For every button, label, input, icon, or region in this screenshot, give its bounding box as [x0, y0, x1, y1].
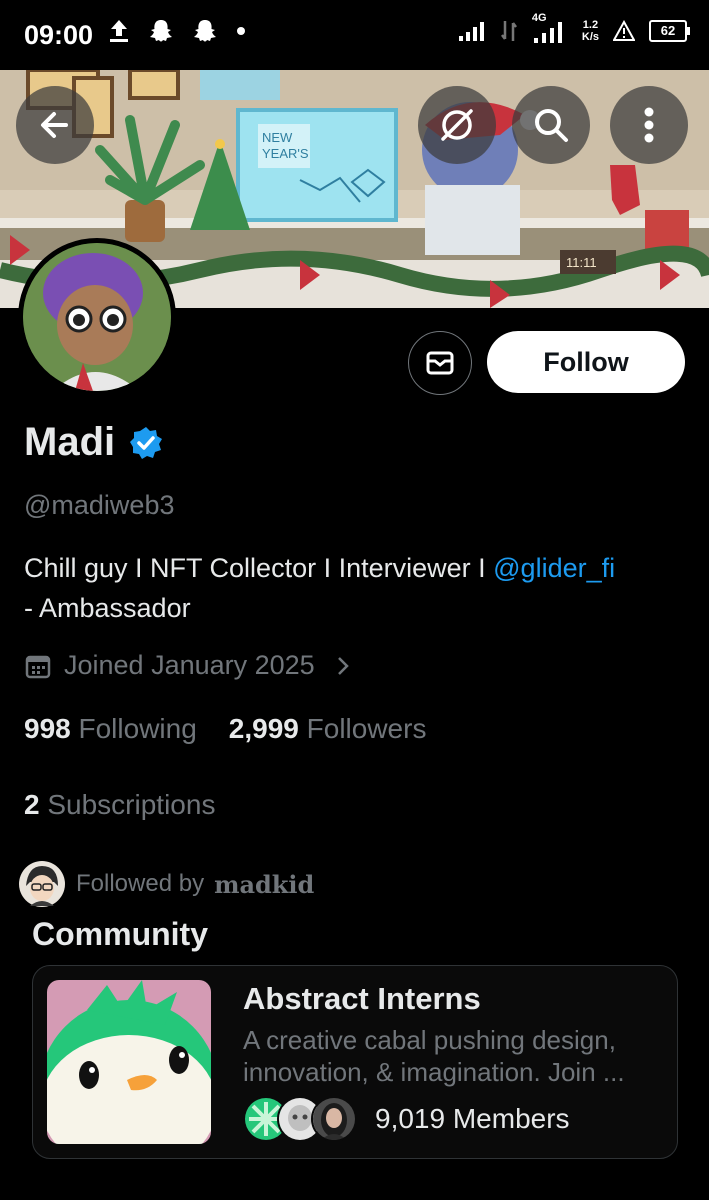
penguin-image — [47, 980, 211, 1144]
bio-text: Chill guy I NFT Collector I Interviewer … — [24, 553, 494, 583]
signal-4g-indicator: 4G — [532, 12, 568, 44]
warning-icon — [613, 20, 635, 41]
snapchat-icon — [150, 20, 172, 42]
status-bar: 09:00 4G 1.2 K/s 62 — [0, 0, 709, 70]
status-left-icons — [108, 18, 246, 44]
status-right-icons: 4G 1.2 K/s 62 — [458, 12, 690, 44]
followers-label: Followers — [306, 713, 427, 744]
community-title: Abstract Interns — [243, 981, 481, 1016]
banner-screen-text-2: YEAR'S — [262, 146, 309, 161]
profile-avatar[interactable] — [18, 238, 176, 396]
avatar-image — [23, 243, 171, 391]
community-image — [47, 980, 211, 1144]
grok-icon — [441, 109, 473, 141]
battery-indicator: 62 — [649, 20, 690, 42]
follow-stats: 998 Following 2,999 Followers — [24, 713, 426, 745]
message-button[interactable] — [408, 331, 472, 395]
following-label: Following — [78, 713, 197, 744]
chevron-right-icon — [337, 656, 349, 675]
community-card[interactable]: Abstract Interns A creative cabal pushin… — [32, 965, 678, 1159]
follower-avatar — [19, 861, 65, 907]
follow-button[interactable]: Follow — [487, 331, 685, 393]
verified-badge-icon[interactable] — [129, 426, 163, 460]
envelope-icon — [426, 351, 454, 375]
calendar-icon — [25, 655, 51, 678]
joined-date: Joined January 2025 — [64, 650, 315, 680]
subscriptions-link[interactable]: 2 Subscriptions — [24, 789, 215, 821]
network-speed: 1.2 K/s — [582, 19, 599, 43]
following-link[interactable]: 998 Following — [24, 713, 197, 745]
more-vertical-icon — [644, 107, 654, 143]
joined-date-row[interactable]: Joined January 2025 — [24, 650, 353, 681]
profile-bio: Chill guy I NFT Collector I Interviewer … — [24, 548, 694, 628]
more-options-button[interactable] — [610, 86, 688, 164]
speed-unit: K/s — [581, 31, 599, 43]
search-icon — [535, 109, 568, 142]
community-heading: Community — [32, 916, 208, 952]
profile-handle: @madiweb3 — [24, 490, 175, 520]
speed-value: 1.2 — [582, 19, 599, 31]
banner-clock-text: 11:11 — [566, 255, 597, 270]
bio-mention-link[interactable]: @glider_fi — [493, 553, 615, 583]
signal-icon — [533, 22, 562, 43]
back-arrow-icon — [41, 112, 68, 138]
subscriptions-count: 2 — [24, 789, 40, 820]
data-transfer-icon — [500, 21, 517, 41]
upload-icon — [110, 20, 128, 42]
community-description: A creative cabal pushing design, innovat… — [243, 1025, 625, 1087]
subscriptions-label: Subscriptions — [47, 789, 216, 820]
followed-by-name: madkid — [214, 869, 315, 899]
followers-count: 2,999 — [228, 713, 299, 744]
snapchat-icon — [194, 20, 216, 42]
community-members: 9,019 Members — [243, 1096, 570, 1142]
followed-by-prefix: Followed by — [76, 870, 205, 897]
back-button[interactable] — [16, 86, 94, 164]
bio-suffix: - Ambassador — [24, 593, 191, 623]
grok-button[interactable] — [418, 86, 496, 164]
signal-icon — [458, 22, 484, 41]
following-count: 998 — [24, 713, 71, 744]
profile-name: Madi — [24, 420, 116, 464]
search-button[interactable] — [512, 86, 590, 164]
followed-by-row[interactable]: Followed by madkid — [18, 860, 314, 908]
profile-name-row: Madi — [24, 420, 163, 465]
followers-link[interactable]: 2,999 Followers — [229, 713, 427, 745]
member-avatar — [311, 1096, 357, 1142]
status-time: 09:00 — [24, 20, 94, 50]
notification-dot-icon — [237, 27, 245, 35]
community-member-count: 9,019 Members — [375, 1103, 570, 1134]
banner-screen-text-1: NEW — [262, 130, 293, 145]
